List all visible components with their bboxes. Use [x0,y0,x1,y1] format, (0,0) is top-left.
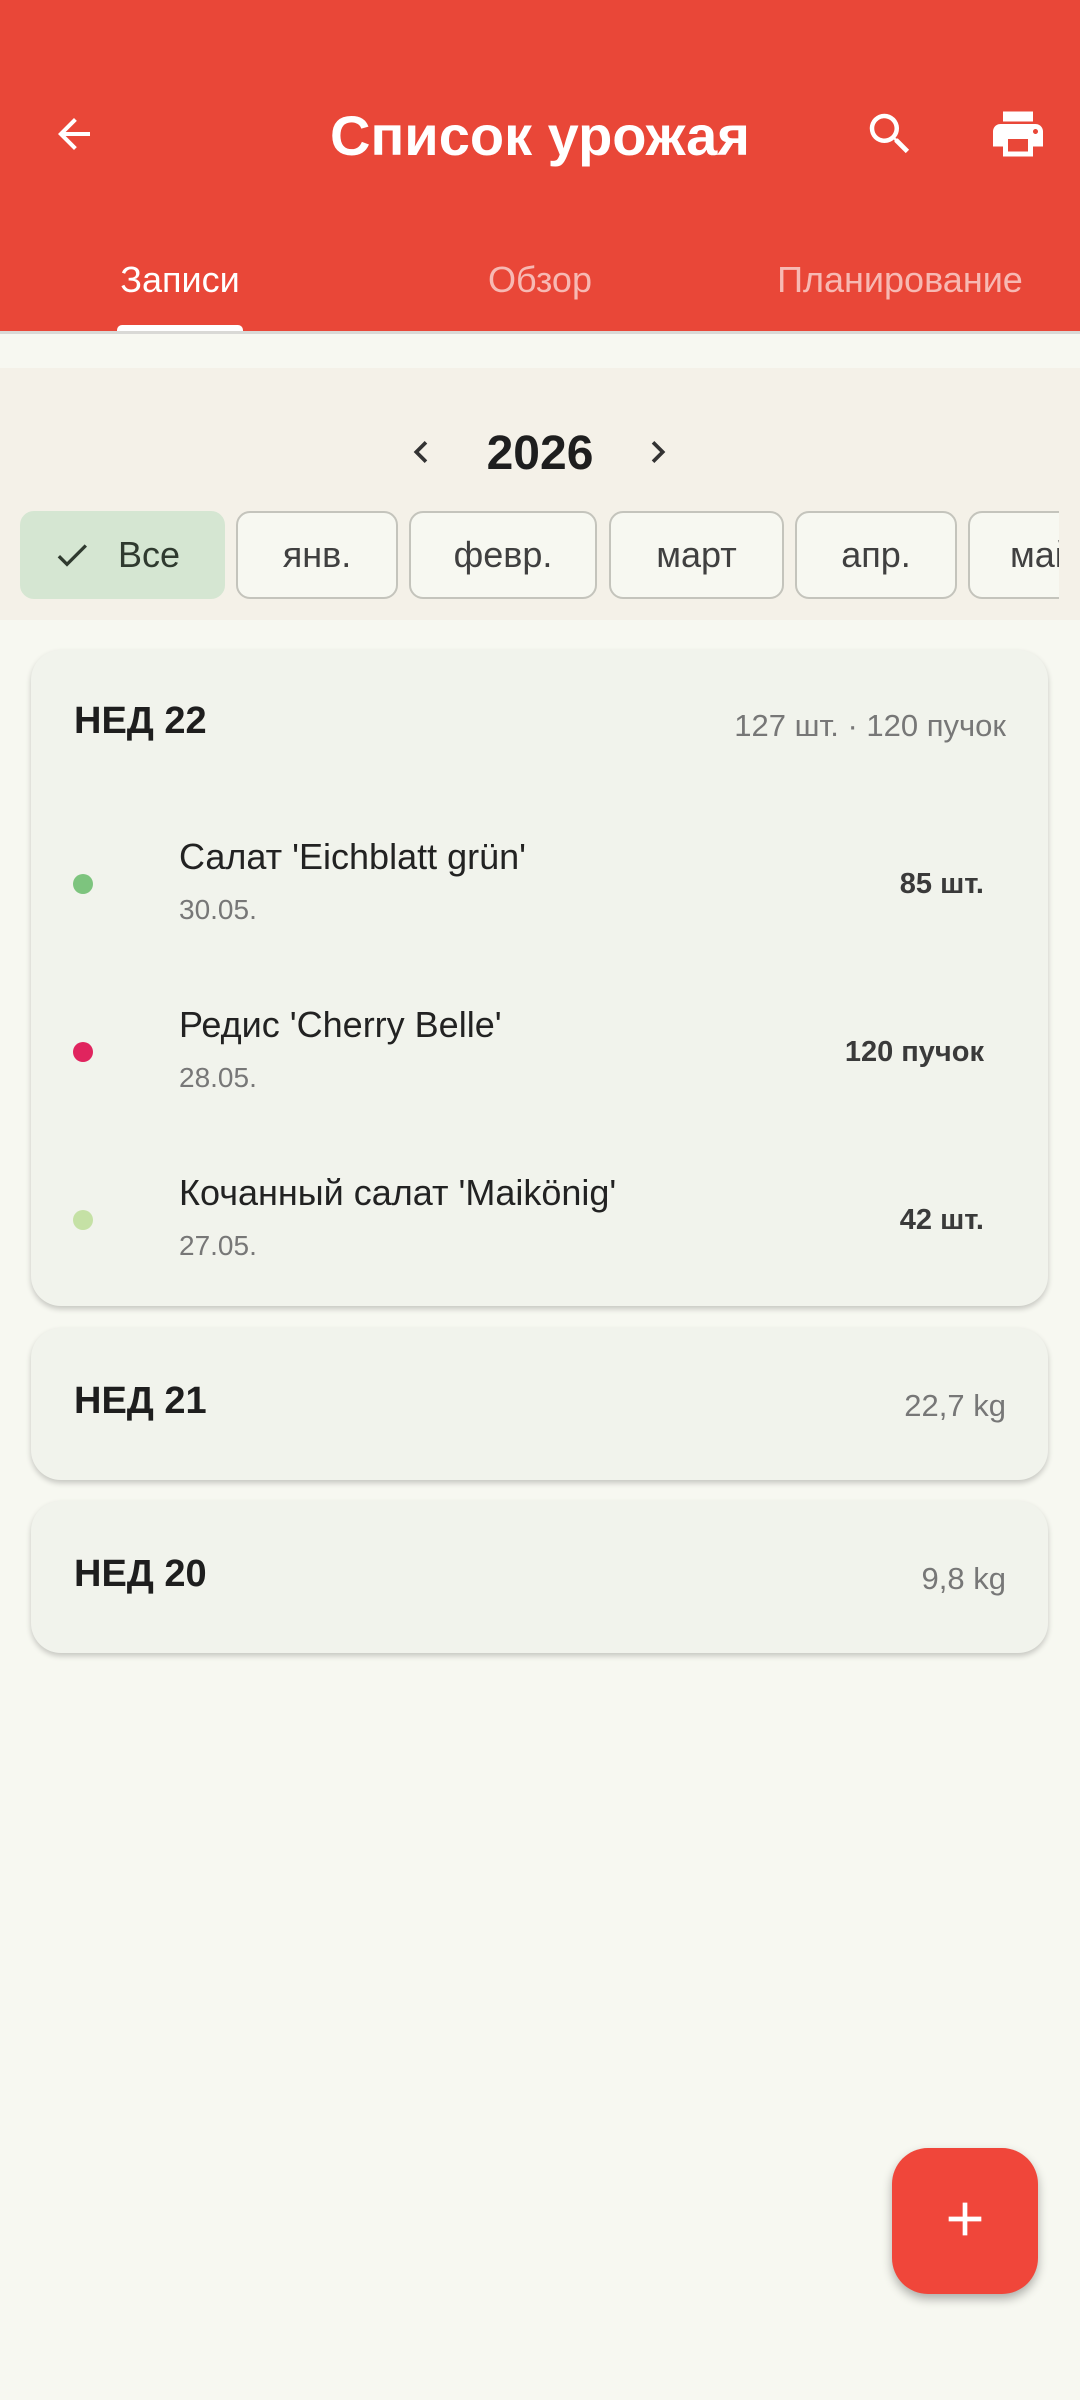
chip-february[interactable]: февр. [409,511,597,599]
crop-name: Салат 'Eichblatt grün' [179,836,527,877]
week-card[interactable]: НЕД 22 127 шт. · 120 пучок Салат 'Eichbl… [31,650,1048,1306]
week-title: НЕД 22 [74,700,207,742]
harvest-quantity: 120 пучок [844,1036,984,1068]
list-item[interactable]: Салат 'Eichblatt grün' 30.05. 85 шт. [31,800,1048,968]
tab-records[interactable]: Записи [0,230,360,330]
chip-march[interactable]: март [609,511,784,599]
tab-bar: Записи Обзор Планирование [0,230,1080,334]
search-icon [863,107,917,166]
print-button[interactable] [970,88,1066,184]
list-item[interactable]: Кочанный салат 'Maikönig' 27.05. 42 шт. [31,1136,1048,1304]
chip-january[interactable]: янв. [236,511,398,599]
week-summary: 22,7 kg [904,1388,1006,1423]
filter-panel: 2026 Все янв. февр. март апр. май [0,368,1080,620]
week-title: НЕД 21 [74,1380,207,1422]
harvest-date: 30.05. [179,894,257,925]
add-harvest-button[interactable] [892,2148,1038,2294]
next-year-button[interactable] [622,418,694,490]
week-summary: 9,8 kg [921,1561,1006,1596]
week-card[interactable]: НЕД 20 9,8 kg [31,1501,1048,1653]
year-label: 2026 [486,427,594,480]
week-header[interactable]: НЕД 22 127 шт. · 120 пучок [31,650,1048,800]
crop-name: Кочанный салат 'Maikönig' [179,1172,617,1213]
month-chips: Все янв. февр. март апр. май [20,511,1059,603]
week-summary: 127 шт. · 120 пучок [734,708,1006,743]
harvest-quantity: 42 шт. [899,1204,984,1236]
plus-icon [937,2191,993,2252]
harvest-date: 28.05. [179,1062,257,1093]
crop-name: Редис 'Cherry Belle' [179,1004,502,1045]
crop-color-dot [73,1210,93,1230]
app-bar: Список урожая Записи Обзор Планирование [0,0,1080,334]
chip-label: Все [118,534,181,575]
tab-planning[interactable]: Планирование [720,230,1080,330]
check-icon [52,535,92,575]
week-card[interactable]: НЕД 21 22,7 kg [31,1328,1048,1480]
chip-may[interactable]: май [968,511,1059,599]
harvest-quantity: 85 шт. [899,868,984,900]
chip-all[interactable]: Все [20,511,225,599]
divider [0,331,1080,334]
printer-icon [988,104,1048,169]
search-button[interactable] [842,88,938,184]
tab-overview[interactable]: Обзор [360,230,720,330]
harvest-date: 27.05. [179,1230,257,1261]
crop-color-dot [73,1042,93,1062]
year-selector: 2026 [0,404,1080,512]
chip-april[interactable]: апр. [795,511,957,599]
week-title: НЕД 20 [74,1553,207,1595]
crop-color-dot [73,874,93,894]
list-item[interactable]: Редис 'Cherry Belle' 28.05. 120 пучок [31,968,1048,1136]
chevron-right-icon [636,430,680,479]
